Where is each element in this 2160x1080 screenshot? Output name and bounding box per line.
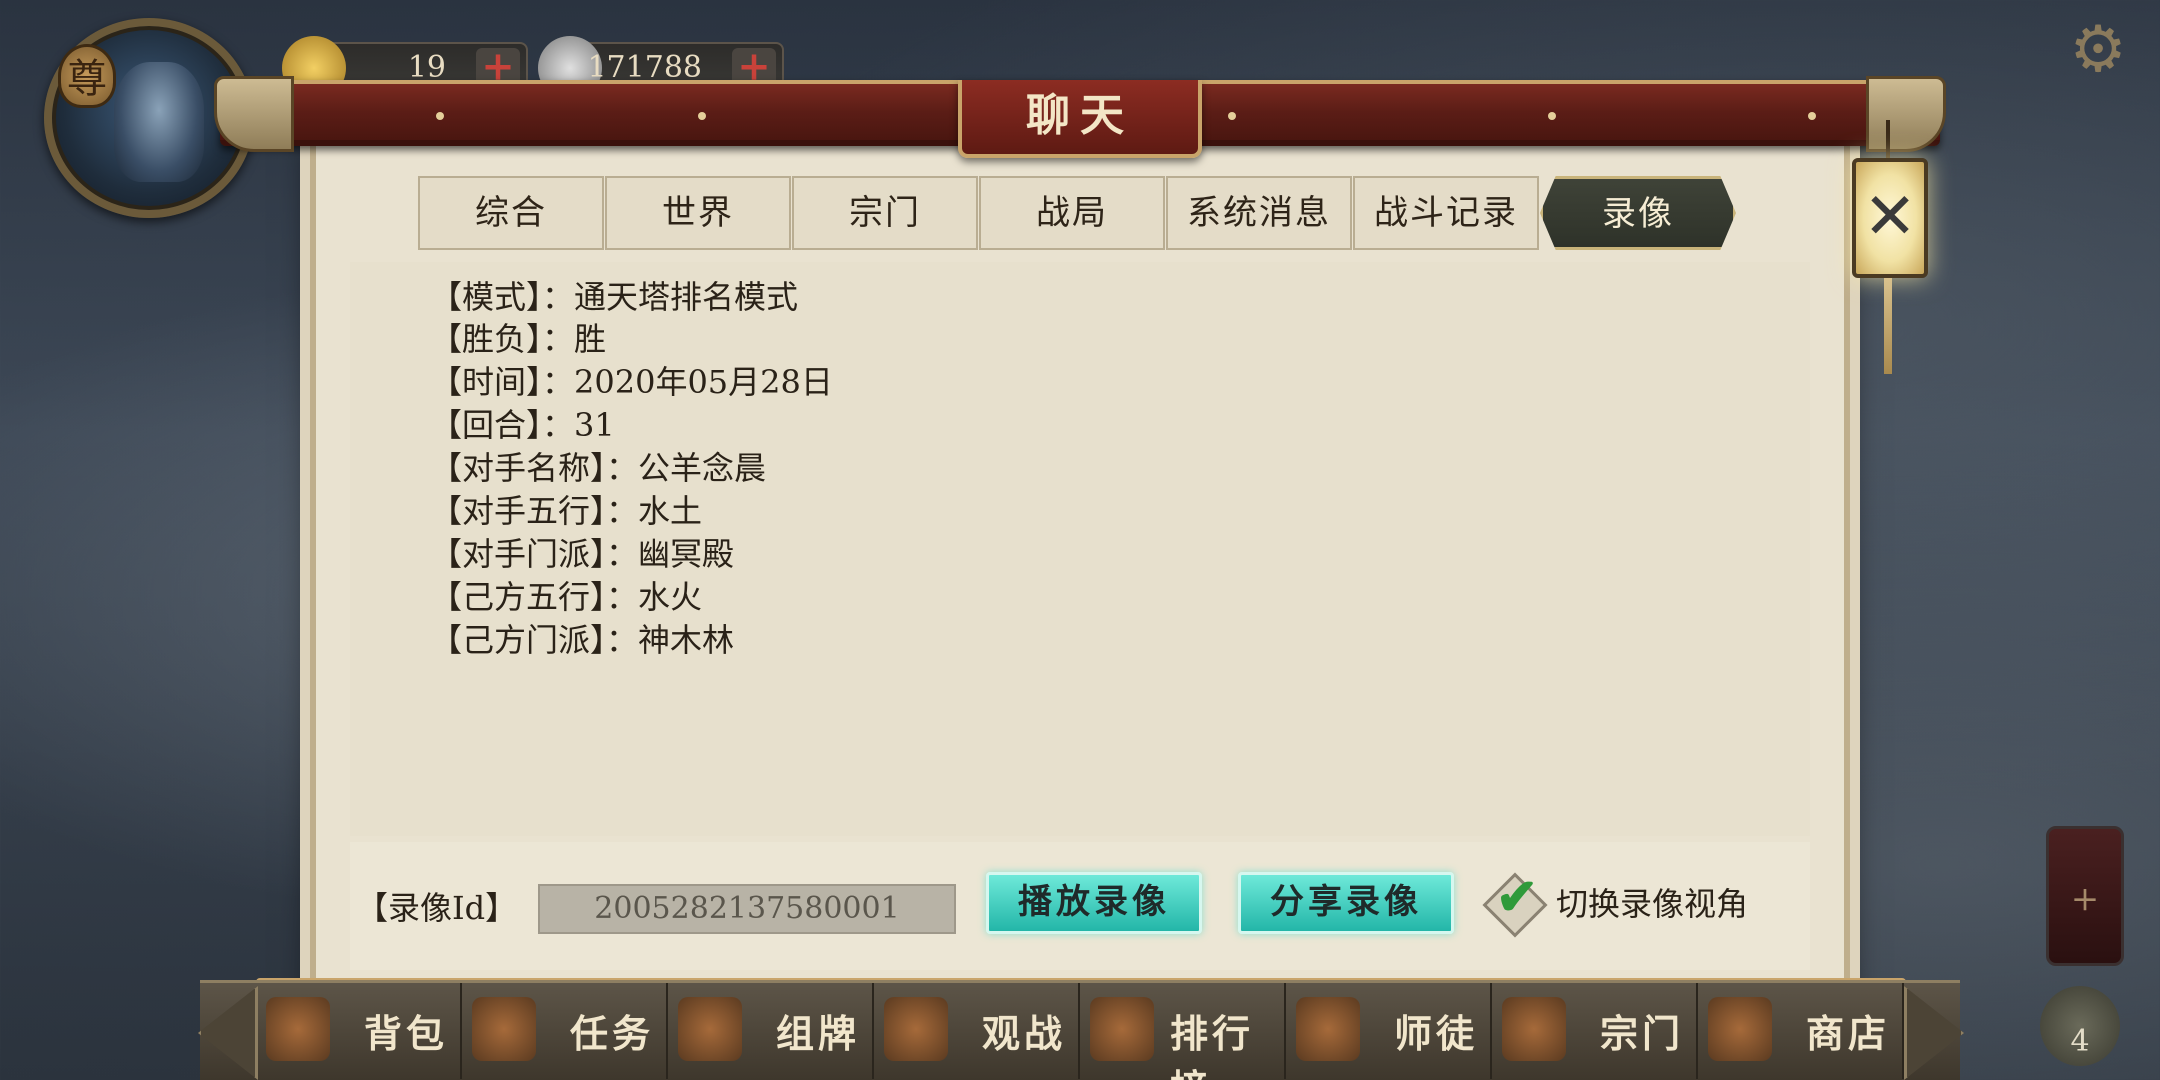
info-opponent-sect: 【对手门派】：幽冥殿 — [430, 535, 735, 573]
tab-battlefield[interactable]: 战局 — [979, 176, 1165, 250]
shop-icon — [1708, 997, 1772, 1061]
nav-shop[interactable]: 商店 — [1698, 983, 1904, 1079]
nav-bag[interactable]: 背包 — [256, 983, 462, 1079]
replay-id-label: 【录像Id】 — [356, 889, 518, 927]
nav-label: 排行榜 — [1170, 1011, 1255, 1080]
tab-battle-records[interactable]: 战斗记录 — [1353, 176, 1539, 250]
replay-id-field[interactable]: 2005282137580001 — [538, 884, 956, 934]
banner-cap-right — [1866, 76, 1946, 152]
info-own-sect: 【己方门派】：神木林 — [430, 621, 735, 659]
nav-label: 观战 — [982, 1011, 1067, 1056]
close-icon[interactable]: ✕ — [1852, 182, 1928, 252]
tab-replay[interactable]: 录像 — [1540, 176, 1736, 250]
nav-mentor[interactable]: 师徒 — [1286, 983, 1492, 1079]
nav-label: 宗门 — [1600, 1011, 1685, 1056]
nav-label: 组牌 — [776, 1011, 861, 1056]
play-replay-button[interactable]: 播放录像 — [986, 872, 1202, 934]
tab-sect[interactable]: 宗门 — [792, 176, 978, 250]
avatar-portrait — [114, 62, 204, 182]
dialog-title: 聊天 — [958, 80, 1202, 158]
nav-tasks[interactable]: 任务 — [462, 983, 668, 1079]
nav-label: 师徒 — [1394, 1011, 1479, 1056]
bag-icon — [266, 997, 330, 1061]
nav-deck[interactable]: 组牌 — [668, 983, 874, 1079]
settings-gear-icon[interactable]: ⚙ — [2066, 18, 2130, 82]
lantern-string — [1886, 120, 1890, 160]
mentor-icon — [1296, 997, 1360, 1061]
nav-spectate[interactable]: 观战 — [874, 983, 1080, 1079]
bottom-nav: 背包 任务 组牌 观战 排行榜 师徒 宗门 商店 — [200, 980, 1960, 1080]
bag-counter-badge[interactable]: 4 — [2040, 986, 2120, 1066]
tab-world[interactable]: 世界 — [605, 176, 791, 250]
nav-label: 任务 — [570, 1011, 655, 1056]
banner-nail — [436, 112, 444, 120]
leaderboard-icon — [1090, 997, 1154, 1061]
banner-cap-left — [214, 76, 294, 152]
scroll-icon — [472, 997, 536, 1061]
nav-label: 商店 — [1806, 1011, 1891, 1056]
info-time: 【时间】：2020年05月28日 — [430, 363, 833, 401]
spectate-icon — [884, 997, 948, 1061]
info-opponent-elements: 【对手五行】：水土 — [430, 492, 703, 530]
switch-view-label: 切换录像视角 — [1556, 885, 1749, 923]
tab-system-messages[interactable]: 系统消息 — [1166, 176, 1352, 250]
banner-nail — [1808, 112, 1816, 120]
banner-nail — [1228, 112, 1236, 120]
info-opponent-name: 【对手名称】：公羊念晨 — [430, 449, 767, 487]
nav-leaderboard[interactable]: 排行榜 — [1080, 983, 1286, 1080]
tab-general[interactable]: 综合 — [418, 176, 604, 250]
rank-badge: 尊 — [58, 44, 116, 108]
info-own-elements: 【己方五行】：水火 — [430, 578, 703, 616]
banner-nail — [1548, 112, 1556, 120]
lantern-tassel — [1884, 278, 1892, 374]
sect-icon — [1502, 997, 1566, 1061]
share-replay-button[interactable]: 分享录像 — [1238, 872, 1454, 934]
potion-widget[interactable]: + — [2046, 826, 2124, 966]
info-mode: 【模式】：通天塔排名模式 — [430, 278, 799, 316]
cards-icon — [678, 997, 742, 1061]
info-result: 【胜负】：胜 — [430, 320, 607, 358]
nav-sect[interactable]: 宗门 — [1492, 983, 1698, 1079]
nav-label: 背包 — [364, 1011, 449, 1056]
checkmark-icon: ✔ — [1496, 867, 1538, 926]
banner-nail — [698, 112, 706, 120]
info-rounds: 【回合】：31 — [430, 406, 615, 444]
chat-tabs: 综合 世界 宗门 战局 系统消息 战斗记录 录像 — [418, 176, 1738, 252]
